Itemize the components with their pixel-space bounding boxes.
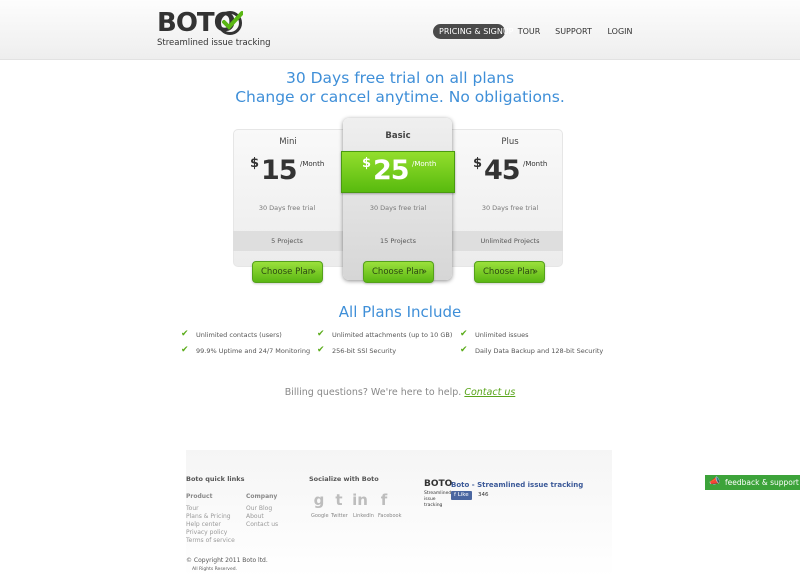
- checkmark-icon: ✔: [181, 329, 189, 339]
- plan-mini-projects: 5 Projects: [271, 237, 303, 245]
- plan-basic-period: /Month: [412, 160, 437, 168]
- choose-plan-basic-button[interactable]: Choose Plan»: [363, 261, 434, 283]
- fb-widget-title[interactable]: Boto - Streamlined issue tracking: [451, 481, 583, 489]
- linkedin-icon[interactable]: in: [352, 492, 368, 508]
- double-chevron-right-icon: »: [421, 267, 427, 277]
- product-title: Product: [186, 493, 213, 500]
- feature-item: ✔ 99.9% Uptime and 24/7 Monitoring: [181, 345, 311, 356]
- checkmark-icon: ✔: [460, 345, 468, 355]
- plan-plus-currency: $: [473, 156, 483, 171]
- plan-mini-trial: 30 Days free trial: [258, 204, 316, 212]
- copyright: © Copyright 2011 Boto ltd.: [186, 557, 268, 564]
- fb-like-button[interactable]: f Like: [451, 491, 472, 500]
- footer-link-plans-pricing[interactable]: Plans & Pricing: [186, 513, 231, 521]
- plan-plus-period: /Month: [523, 160, 548, 168]
- all-plans-include-title: All Plans Include: [338, 303, 462, 321]
- fb-widget-tagline: Streamlined issue tracking: [424, 491, 452, 508]
- google-icon[interactable]: g: [311, 492, 327, 508]
- hero-line-2: Change or cancel anytime. No obligations…: [235, 88, 565, 106]
- fb-like-count: 346: [478, 492, 489, 498]
- facebook-like-icon: f: [454, 492, 456, 498]
- plan-plus-projects: Unlimited Projects: [480, 237, 540, 245]
- socialize-title: Socialize with Boto: [309, 475, 379, 483]
- footer-link-tour[interactable]: Tour: [186, 505, 199, 513]
- plan-mini-price: 15: [261, 155, 298, 186]
- rights-reserved: All Rights Reserved.: [192, 567, 238, 572]
- twitter-icon[interactable]: t: [331, 492, 347, 508]
- linkedin-label: LinkedIn: [353, 513, 374, 519]
- facebook-icon[interactable]: f: [376, 492, 392, 508]
- nav-support[interactable]: SUPPORT: [555, 24, 592, 39]
- plan-mini-period: /Month: [300, 160, 325, 168]
- billing-text: Billing questions? We're here to help.: [284, 387, 462, 398]
- page: BOTO Streamlined issue tracking PRICING …: [0, 0, 800, 584]
- footer-link-contact-us[interactable]: Contact us: [246, 521, 278, 529]
- plan-basic-currency: $: [362, 156, 372, 171]
- feature-item: ✔ 256-bit SSl Security: [317, 345, 397, 356]
- choose-plan-plus-button[interactable]: Choose Plan»: [474, 261, 545, 283]
- facebook-label: Facebook: [378, 513, 402, 519]
- billing-questions: Billing questions? We're here to help. C…: [0, 387, 800, 398]
- feedback-label: feedback & support: [725, 478, 799, 487]
- checkmark-icon: ✔: [460, 329, 468, 339]
- plan-basic-name: Basic: [385, 131, 411, 141]
- feature-item: ✔ Unlimited attachments (up to 10 GB): [317, 329, 453, 340]
- nav-login[interactable]: LOGIN: [606, 24, 634, 39]
- plan-mini-currency: $: [250, 156, 260, 171]
- basic-plan-card: [343, 118, 452, 280]
- feature-item: ✔ Daily Data Backup and 128-bit Security: [460, 345, 604, 356]
- quick-links-title: Boto quick links: [186, 475, 245, 483]
- hero-line-1: 30 Days free trial on all plans: [285, 69, 515, 87]
- choose-plan-label: Choose Plan: [261, 267, 314, 277]
- contact-us-link[interactable]: Contact us: [464, 387, 515, 398]
- choose-plan-label: Choose Plan: [372, 267, 425, 277]
- choose-plan-label: Choose Plan: [483, 267, 536, 277]
- nav-tour[interactable]: TOUR: [515, 24, 543, 39]
- choose-plan-mini-button[interactable]: Choose Plan»: [252, 261, 323, 283]
- nav-pricing-signup[interactable]: PRICING & SIGNUP: [433, 24, 514, 39]
- checkmark-icon: ✔: [317, 329, 325, 339]
- checkmark-logo-icon: [218, 11, 243, 35]
- logo-tagline: Streamlined issue tracking: [157, 38, 271, 48]
- fb-like-label: Like: [457, 492, 469, 498]
- plan-plus-trial: 30 Days free trial: [481, 204, 539, 212]
- double-chevron-right-icon: »: [310, 267, 316, 277]
- footer-link-our-blog[interactable]: Our Blog: [246, 505, 272, 513]
- plan-basic-trial: 30 Days free trial: [369, 204, 427, 212]
- plan-plus-price: 45: [484, 155, 521, 186]
- megaphone-icon: 📣: [709, 477, 721, 487]
- plan-basic-price: 25: [373, 155, 410, 186]
- plan-basic-projects: 15 Projects: [380, 237, 416, 245]
- footer-link-privacy-policy[interactable]: Privacy policy: [186, 529, 227, 537]
- double-chevron-right-icon: »: [532, 267, 538, 277]
- feature-item: ✔ Unlimited issues: [460, 329, 529, 340]
- company-title: Company: [246, 493, 278, 500]
- checkmark-icon: ✔: [317, 345, 325, 355]
- plan-mini-name: Mini: [279, 137, 297, 147]
- fb-widget-logo: BOTO: [424, 479, 453, 489]
- footer-link-terms[interactable]: Terms of service: [186, 537, 235, 545]
- twitter-label: Twitter: [331, 513, 348, 519]
- checkmark-icon: ✔: [181, 345, 189, 355]
- feedback-support-button[interactable]: 📣 feedback & support: [705, 475, 800, 490]
- google-label: Google: [311, 513, 329, 519]
- footer-link-help-center[interactable]: Help center: [186, 521, 221, 529]
- footer-link-about[interactable]: About: [246, 513, 264, 521]
- plan-plus-name: Plus: [501, 137, 519, 147]
- feature-item: ✔ Unlimited contacts (users): [181, 329, 282, 340]
- header: BOTO Streamlined issue tracking PRICING …: [0, 0, 800, 60]
